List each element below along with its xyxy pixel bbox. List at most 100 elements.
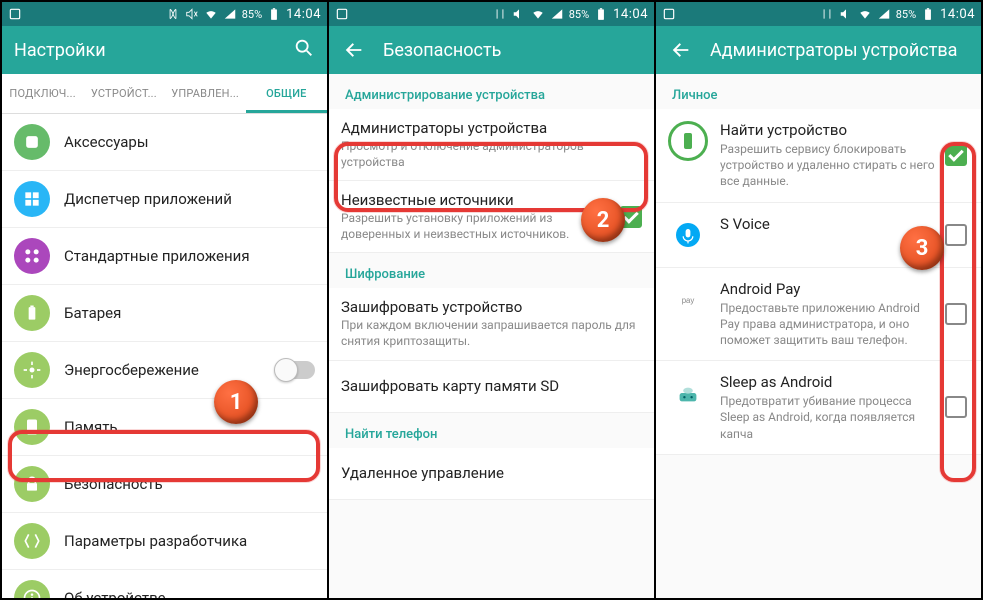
sleep-icon bbox=[668, 373, 708, 413]
admin-subtitle: Предоставьте приложению Android Pay прав… bbox=[720, 300, 937, 349]
row-label: Память bbox=[64, 418, 315, 436]
section-personal: Личное bbox=[656, 74, 981, 109]
appdefault-icon bbox=[14, 238, 50, 274]
battery-icon bbox=[14, 295, 50, 331]
security-row[interactable]: Удаленное управление bbox=[329, 448, 654, 500]
mute-icon bbox=[839, 7, 853, 21]
toggle[interactable] bbox=[277, 361, 315, 379]
row-label: Зашифровать устройство bbox=[341, 298, 642, 316]
wifi-icon bbox=[204, 7, 218, 21]
settings-row[interactable]: Аксессуары bbox=[2, 114, 327, 171]
admin-row[interactable]: Sleep as Android Предотвратит убивание пр… bbox=[656, 361, 981, 455]
row-label: Об устройстве bbox=[64, 589, 315, 598]
statusbar: 85% 14:04 bbox=[2, 2, 327, 26]
admins-list[interactable]: Личное Найти устройство Разрешить сервису… bbox=[656, 74, 981, 598]
settings-row[interactable]: Стандартные приложения bbox=[2, 228, 327, 285]
settings-row[interactable]: Память bbox=[2, 399, 327, 456]
screenshot-icon bbox=[662, 7, 676, 21]
admin-subtitle: Предотвратит убивание процесса Sleep as … bbox=[720, 393, 937, 442]
lock-icon bbox=[14, 466, 50, 502]
security-row[interactable]: Зашифровать карту памяти SD bbox=[329, 361, 654, 413]
nfc-icon bbox=[493, 7, 507, 21]
signal-icon bbox=[550, 7, 564, 21]
battery-icon bbox=[594, 7, 608, 21]
admin-label: Найти устройство bbox=[720, 121, 937, 139]
admin-label: Sleep as Android bbox=[720, 373, 937, 391]
back-icon[interactable] bbox=[341, 37, 367, 63]
svoice-icon bbox=[668, 215, 708, 255]
screen-settings: 85% 14:04 Настройки ПОДКЛЮЧ... УСТРОЙСТ.… bbox=[2, 2, 329, 598]
settings-list[interactable]: Аксессуары Диспетчер приложений Стандартны… bbox=[2, 114, 327, 598]
security-row[interactable]: Администраторы устройства Просмотр и откл… bbox=[329, 109, 654, 181]
back-icon[interactable] bbox=[668, 37, 694, 63]
admin-label: S Voice bbox=[720, 215, 937, 233]
tab-control[interactable]: УПРАВЛЕН... bbox=[165, 74, 246, 113]
about-icon bbox=[14, 580, 50, 598]
section-title: Найти телефон bbox=[329, 413, 654, 448]
tab-general[interactable]: ОБЩИЕ bbox=[246, 74, 327, 113]
admin-label: Android Pay bbox=[720, 280, 937, 298]
row-label: Диспетчер приложений bbox=[64, 190, 315, 208]
row-label: Параметры разработчика bbox=[64, 532, 315, 550]
settings-row[interactable]: Параметры разработчика bbox=[2, 513, 327, 570]
settings-row[interactable]: Диспетчер приложений bbox=[2, 171, 327, 228]
power-icon bbox=[14, 352, 50, 388]
page-title: Настройки bbox=[14, 40, 293, 61]
tab-device[interactable]: УСТРОЙСТ... bbox=[83, 74, 164, 113]
three-panel-frame: 85% 14:04 Настройки ПОДКЛЮЧ... УСТРОЙСТ.… bbox=[0, 0, 983, 600]
battery-icon bbox=[267, 7, 281, 21]
checkbox[interactable] bbox=[945, 144, 967, 166]
settings-row[interactable]: Энергосбережение bbox=[2, 342, 327, 399]
row-label: Администраторы устройства bbox=[341, 119, 642, 137]
settings-row[interactable]: Батарея bbox=[2, 285, 327, 342]
row-label: Удаленное управление bbox=[341, 464, 642, 482]
row-label: Безопасность bbox=[64, 475, 315, 493]
wifi-icon bbox=[531, 7, 545, 21]
checkbox[interactable] bbox=[945, 224, 967, 246]
mute-icon bbox=[512, 7, 526, 21]
row-label: Неизвестные источники bbox=[341, 191, 612, 209]
dev-icon bbox=[14, 523, 50, 559]
row-label: Стандартные приложения bbox=[64, 247, 315, 265]
screenshot-icon bbox=[8, 7, 22, 21]
row-label: Аксессуары bbox=[64, 133, 315, 151]
security-row[interactable]: Неизвестные источники Разрешить установку… bbox=[329, 181, 654, 253]
storage-icon bbox=[14, 409, 50, 445]
admin-row[interactable]: pay Android Pay Предоставьте приложению An… bbox=[656, 268, 981, 362]
section-title: Шифрование bbox=[329, 253, 654, 288]
androidpay-icon: pay bbox=[668, 280, 708, 320]
header: Администраторы устройства bbox=[656, 26, 981, 74]
tab-connections[interactable]: ПОДКЛЮЧ... bbox=[2, 74, 83, 113]
row-subtitle: Просмотр и отключение администраторов ус… bbox=[341, 139, 642, 170]
statusbar: 85% 14:04 bbox=[329, 2, 654, 26]
clock: 14:04 bbox=[940, 7, 975, 22]
accessory-icon bbox=[14, 124, 50, 160]
checkbox[interactable] bbox=[620, 206, 642, 228]
section-title: Администрирование устройства bbox=[329, 74, 654, 109]
page-title: Безопасность bbox=[383, 40, 642, 61]
security-list[interactable]: Администрирование устройстваАдминистрато… bbox=[329, 74, 654, 598]
screen-device-admins: 85% 14:04 Администраторы устройства Личн… bbox=[656, 2, 981, 598]
row-subtitle: Разрешить установку приложений из довере… bbox=[341, 211, 612, 242]
wifi-icon bbox=[858, 7, 872, 21]
checkbox[interactable] bbox=[945, 303, 967, 325]
search-icon[interactable] bbox=[293, 37, 315, 64]
admin-row[interactable]: S Voice bbox=[656, 203, 981, 268]
settings-row[interactable]: Безопасность bbox=[2, 456, 327, 513]
battery-percent: 85% bbox=[896, 8, 916, 21]
checkbox[interactable] bbox=[945, 396, 967, 418]
row-subtitle: При каждом включении запрашивается парол… bbox=[341, 318, 642, 349]
security-row[interactable]: Зашифровать устройство При каждом включен… bbox=[329, 288, 654, 360]
admin-row[interactable]: Найти устройство Разрешить сервису блокир… bbox=[656, 109, 981, 203]
signal-icon bbox=[223, 7, 237, 21]
mute-icon bbox=[185, 7, 199, 21]
settings-row[interactable]: Об устройстве bbox=[2, 570, 327, 598]
battery-percent: 85% bbox=[569, 8, 589, 21]
clock: 14:04 bbox=[613, 7, 648, 22]
apps-icon bbox=[14, 181, 50, 217]
page-title: Администраторы устройства bbox=[710, 40, 969, 61]
battery-percent: 85% bbox=[242, 8, 262, 21]
statusbar: 85% 14:04 bbox=[656, 2, 981, 26]
admin-subtitle: Разрешить сервису блокировать устройство… bbox=[720, 141, 937, 190]
signal-icon bbox=[877, 7, 891, 21]
